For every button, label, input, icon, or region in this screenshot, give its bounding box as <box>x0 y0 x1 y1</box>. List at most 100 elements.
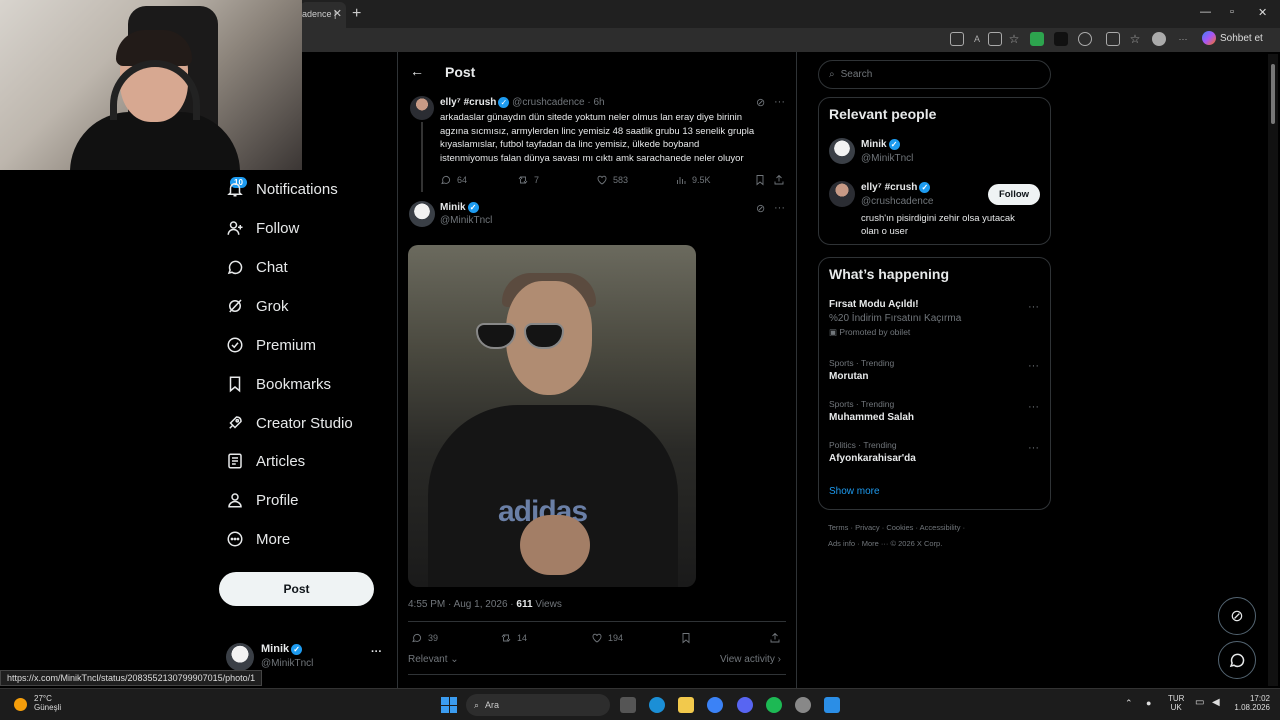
person-name-row[interactable]: elly⁷ #crush ✓ <box>861 182 931 193</box>
discord-icon[interactable] <box>737 697 753 713</box>
settings-more-icon[interactable]: ··· <box>1176 32 1190 46</box>
footer-links[interactable]: Terms · Privacy · Cookies · Accessibilit… <box>828 523 965 532</box>
volume-icon[interactable]: ◀ <box>1212 697 1220 708</box>
account-switcher[interactable]: Minik ✓ @MinikTncl ··· <box>226 640 386 672</box>
favorites-icon[interactable]: ☆ <box>1128 32 1142 46</box>
footer-links[interactable]: Ads info · More ··· © 2026 X Corp. <box>828 539 942 548</box>
author-handle[interactable]: @crushcadence <box>512 97 584 108</box>
promoted-trend[interactable]: Fırsat Modu Açıldı! %20 İndirim Fırsatın… <box>829 299 1039 341</box>
extension-icon[interactable] <box>1030 32 1044 46</box>
language-indicator[interactable]: TUR UK <box>1168 694 1184 712</box>
bookmark-icon[interactable] <box>680 632 692 644</box>
sidebar-item-follow[interactable]: Follow <box>226 214 299 242</box>
reader-icon[interactable] <box>988 32 1002 46</box>
reply-button[interactable]: 39 <box>411 632 438 644</box>
show-more-link[interactable]: Show more <box>829 486 880 497</box>
post-button[interactable]: Post <box>219 572 374 606</box>
translate-icon[interactable]: A <box>970 32 984 46</box>
grok-icon[interactable]: ⊘ <box>756 96 765 109</box>
windows-start-icon[interactable] <box>441 697 457 713</box>
repost-button[interactable]: 14 <box>500 632 527 644</box>
divider <box>408 674 786 675</box>
sidebar-item-more[interactable]: More <box>226 525 290 553</box>
sidebar-item-premium[interactable]: Premium <box>226 331 316 359</box>
trend-item[interactable]: Sports · Trending Morutan ··· <box>829 358 1039 388</box>
avatar[interactable] <box>410 96 434 120</box>
person-handle[interactable]: @MinikTncl <box>861 153 913 164</box>
edge-icon[interactable] <box>649 697 665 713</box>
file-explorer-icon[interactable] <box>678 697 694 713</box>
more-dots-icon[interactable]: ··· <box>774 96 785 108</box>
author-name[interactable]: elly⁷ #crush <box>440 97 496 108</box>
sidebar-item-creator-studio[interactable]: Creator Studio <box>226 409 353 437</box>
extensions-icon[interactable] <box>1078 32 1092 46</box>
like-button[interactable]: 583 <box>596 174 628 186</box>
more-dots-icon[interactable]: ··· <box>371 646 382 658</box>
avatar[interactable] <box>829 138 855 164</box>
profile-avatar-icon[interactable] <box>1152 32 1166 46</box>
view-activity-link[interactable]: View activity › <box>720 654 781 665</box>
task-view-icon[interactable] <box>620 697 636 713</box>
avatar[interactable] <box>409 201 435 227</box>
new-tab-icon[interactable]: + <box>352 5 361 23</box>
rocket-icon <box>226 414 244 432</box>
more-dots-icon[interactable]: ··· <box>1028 360 1039 372</box>
sidebar-item-chat[interactable]: Chat <box>226 253 288 281</box>
more-dots-icon[interactable]: ··· <box>1028 401 1039 413</box>
favorite-star-icon[interactable]: ☆ <box>1007 32 1021 46</box>
tweet-photo[interactable]: adidas <box>408 245 696 587</box>
chat-bubble-icon[interactable] <box>1218 641 1256 679</box>
repost-button[interactable]: 7 <box>517 174 539 186</box>
weather-widget[interactable]: 27°C Güneşli <box>34 694 61 712</box>
extension-icon[interactable] <box>1054 32 1068 46</box>
back-arrow-icon[interactable]: ← <box>410 63 424 79</box>
minimize-icon[interactable]: — <box>1200 6 1211 18</box>
share-icon[interactable] <box>769 632 781 644</box>
sidebar-item-articles[interactable]: Articles <box>226 447 305 475</box>
author-name-row[interactable]: Minik ✓ <box>440 202 479 213</box>
app-icon[interactable] <box>824 697 840 713</box>
more-dots-icon[interactable]: ··· <box>774 202 785 214</box>
sidebar-item-grok[interactable]: Grok <box>226 292 289 320</box>
clock[interactable]: 17:02 1.08.2026 <box>1230 694 1270 712</box>
trend-item[interactable]: Politics · Trending Afyonkarahisar'da ··… <box>829 440 1039 470</box>
more-dots-icon[interactable]: ··· <box>1028 442 1039 454</box>
like-button[interactable]: 194 <box>591 632 623 644</box>
browser-tab[interactable]: adence | ✕ <box>300 2 346 28</box>
search-field[interactable]: ⌕ Search <box>818 60 1051 89</box>
tweet-time[interactable]: · 6h <box>587 97 604 108</box>
copilot-button[interactable]: Sohbet et <box>1202 31 1263 45</box>
grok-icon[interactable]: ⊘ <box>756 202 765 215</box>
bookmark-icon[interactable] <box>754 174 766 186</box>
views-button[interactable]: 9.5K <box>675 174 711 186</box>
avatar[interactable] <box>829 181 855 207</box>
spotify-icon[interactable] <box>766 697 782 713</box>
sidebar-item-bookmarks[interactable]: Bookmarks <box>226 370 331 398</box>
share-icon[interactable] <box>773 174 785 186</box>
person-handle[interactable]: @crushcadence <box>861 196 933 207</box>
microphone-icon[interactable]: ● <box>1146 698 1151 708</box>
author-handle[interactable]: @MinikTncl <box>440 215 492 226</box>
trend-item[interactable]: Sports · Trending Muhammed Salah ··· <box>829 399 1039 429</box>
more-dots-icon[interactable]: ··· <box>1028 301 1039 313</box>
app-icon[interactable] <box>707 697 723 713</box>
grok-icon[interactable]: ⊘ <box>1218 597 1256 635</box>
app-icon[interactable] <box>795 697 811 713</box>
close-window-icon[interactable]: ✕ <box>1258 6 1267 19</box>
sun-icon[interactable] <box>14 698 27 711</box>
browser-essentials-icon[interactable] <box>1106 32 1120 46</box>
scrollbar[interactable] <box>1268 54 1278 686</box>
sidebar-item-profile[interactable]: Profile <box>226 486 299 514</box>
person-name-row[interactable]: Minik ✓ <box>861 139 900 150</box>
tray-chevron-icon[interactable]: ⌃ <box>1125 698 1133 709</box>
app-available-icon[interactable] <box>950 32 964 46</box>
maximize-icon[interactable]: ▫ <box>1230 6 1234 18</box>
reply-button[interactable]: 64 <box>440 174 467 186</box>
close-tab-icon[interactable]: ✕ <box>333 7 342 20</box>
follow-button[interactable]: Follow <box>988 184 1040 205</box>
reply-sort-dropdown[interactable]: Relevant ⌄ <box>408 654 459 665</box>
heart-icon <box>592 633 602 643</box>
network-icon[interactable]: ▭ <box>1195 697 1204 708</box>
sidebar-item-notifications[interactable]: Notifications <box>226 175 338 203</box>
taskbar-search[interactable]: ⌕ Ara <box>466 694 610 716</box>
